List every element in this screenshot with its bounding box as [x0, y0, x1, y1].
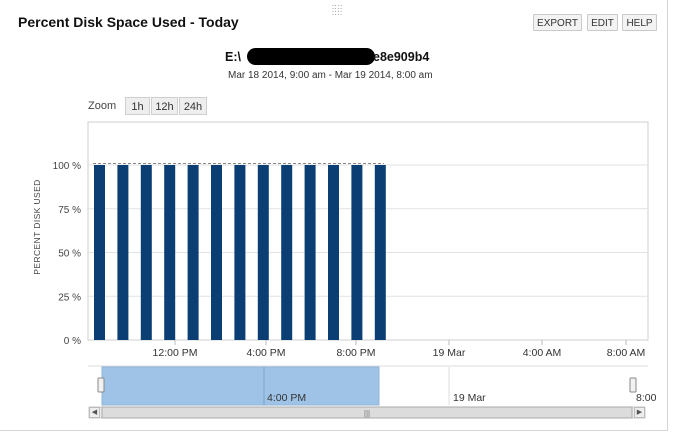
x-tick-label: 4:00 AM [523, 347, 562, 359]
bar [117, 165, 129, 340]
y-tick-label: 0 % [64, 336, 81, 347]
x-tick-label: 8:00 AM [607, 347, 646, 359]
bar [374, 165, 386, 340]
bar [164, 165, 176, 340]
x-tick-label: 12:00 PM [153, 347, 198, 359]
x-tick-label: 8:00 PM [336, 347, 375, 359]
scrollbar-grip-icon: ||| [364, 409, 370, 418]
bar [234, 165, 246, 340]
left-handle-icon [97, 377, 105, 393]
x-tick-label: 4:00 PM [246, 347, 285, 359]
y-tick-label: 50 % [58, 249, 81, 260]
y-tick-label: 100 % [53, 161, 81, 172]
bar [281, 165, 293, 340]
scroll-right-icon[interactable]: ▶ [634, 407, 645, 418]
bar [328, 165, 339, 340]
y-tick-label: 25 % [58, 292, 81, 303]
bar [94, 165, 105, 340]
x-tick-label: 19 Mar [433, 347, 466, 359]
scroll-left-icon[interactable]: ◀ [89, 407, 100, 418]
navigator-label: 4:00 PM [267, 392, 306, 404]
chart-svg: 0 % 25 % 50 % 75 % 100 % 12:00 PM 4:00 PM 8:00… [53, 121, 657, 419]
navigator-label: 8:00 [636, 392, 657, 404]
right-handle-icon [629, 377, 637, 393]
bar [187, 165, 199, 340]
navigator-label: 19 Mar [453, 392, 486, 404]
y-tick-label: 75 % [58, 205, 81, 216]
bar [211, 165, 222, 340]
bar [351, 165, 363, 340]
bar [140, 165, 152, 340]
bar [304, 165, 316, 340]
bar [257, 165, 269, 340]
navigator-selection [101, 366, 380, 406]
